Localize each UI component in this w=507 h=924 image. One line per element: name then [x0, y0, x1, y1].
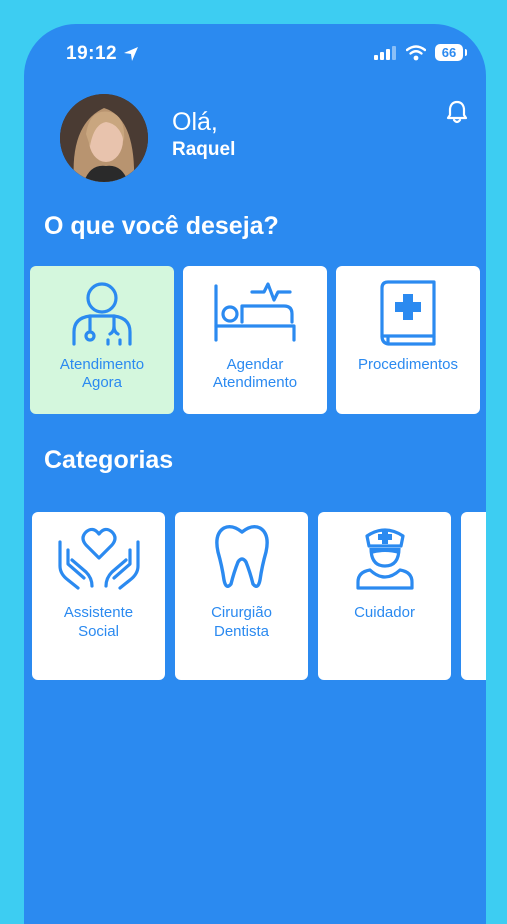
doctor-icon [72, 282, 132, 346]
wifi-icon [405, 45, 427, 66]
avatar-photo [60, 94, 148, 182]
hospital-bed-icon [214, 282, 296, 342]
action-label-line2: Agora [81, 374, 123, 391]
action-label-line1: Agendar [226, 356, 284, 373]
status-time: 19:12 [66, 43, 118, 64]
tooth-icon [214, 524, 269, 588]
section-title-categories: Categorias [44, 446, 174, 474]
user-name: Raquel [172, 139, 236, 160]
battery-indicator: 66 [435, 44, 467, 61]
nurse-icon [355, 528, 414, 590]
action-card-procedimentos[interactable]: Procedimentos [336, 266, 480, 414]
category-label-line1: Assistente [63, 604, 134, 621]
action-label-line1: Procedimentos [357, 356, 459, 373]
section-title-wish: O que você deseja? [44, 212, 279, 240]
category-card-cuidador[interactable]: Cuidador [318, 512, 451, 680]
category-label-line2: Social [78, 623, 119, 640]
category-card-partial[interactable] [461, 512, 486, 680]
cellular-signal-icon [374, 46, 396, 65]
category-label-line1: Cuidador [354, 604, 415, 621]
action-card-agendar-atendimento[interactable]: Agendar Atendimento [183, 266, 327, 414]
action-label-line2: Atendimento [212, 374, 298, 391]
hands-heart-icon [57, 527, 140, 590]
device-bezel [0, 0, 24, 900]
action-card-atendimento-agora[interactable]: Atendimento Agora [30, 266, 174, 414]
category-label-line2: Dentista [213, 623, 270, 640]
status-bar: 19:12 66 [24, 42, 486, 66]
avatar[interactable] [60, 94, 148, 182]
greeting-text: Olá, [172, 108, 218, 136]
category-card-assistente-social[interactable]: Assistente Social [32, 512, 165, 680]
category-label-line1: Cirurgião [211, 604, 272, 621]
medical-book-icon [380, 280, 436, 346]
category-card-cirurgiao-dentista[interactable]: Cirurgião Dentista [175, 512, 308, 680]
notification-bell-icon[interactable] [446, 100, 468, 129]
app-screen: 19:12 66 Olá, Raquel O que você deseja? … [24, 24, 486, 924]
location-arrow-icon [122, 45, 140, 68]
action-label-line1: Atendimento [59, 356, 145, 373]
